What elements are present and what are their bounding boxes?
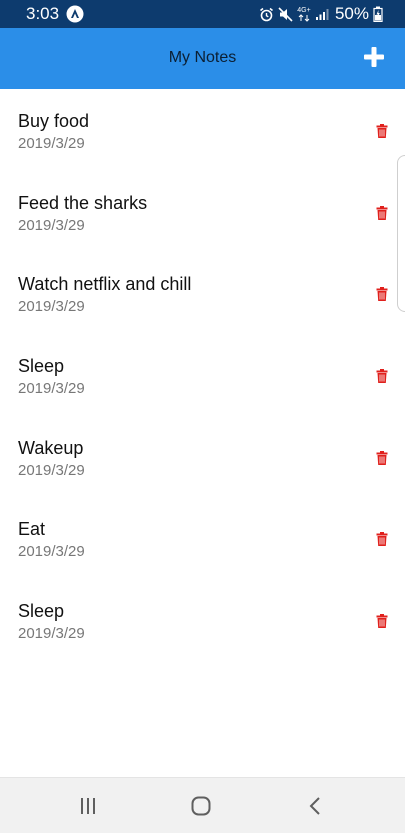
delete-note-button[interactable] bbox=[376, 287, 388, 302]
app-bar: My Notes bbox=[0, 28, 405, 89]
note-title: Sleep bbox=[18, 601, 65, 622]
note-item[interactable]: Eat 2019/3/29 bbox=[0, 497, 405, 579]
status-icons: 4G+ 50% bbox=[259, 4, 383, 24]
back-icon bbox=[309, 797, 320, 815]
note-title: Buy food bbox=[18, 111, 90, 131]
note-title: Watch netflix and chill bbox=[18, 274, 192, 295]
note-date: 2019/3/29 bbox=[18, 380, 85, 398]
note-date: 2019/3/29 bbox=[18, 298, 85, 316]
network-4g-icon: 4G+ bbox=[297, 7, 311, 22]
screen: 3:03 4G+ 50% My Notes Buy food 2019/3/29… bbox=[0, 0, 405, 833]
recents-icon bbox=[81, 798, 95, 814]
alarm-icon bbox=[259, 7, 273, 21]
note-date: 2019/3/29 bbox=[18, 461, 85, 479]
delete-note-button[interactable] bbox=[376, 369, 388, 384]
battery-icon bbox=[373, 6, 383, 22]
notes-list: Buy food 2019/3/29 Feed the sharks 2019/… bbox=[0, 89, 405, 661]
note-date: 2019/3/29 bbox=[18, 543, 85, 561]
navigation-bar bbox=[0, 777, 405, 833]
note-title: Sleep bbox=[18, 356, 65, 377]
data-arrows-icon bbox=[298, 13, 310, 22]
app-notification-icon bbox=[66, 5, 84, 23]
note-date: 2019/3/29 bbox=[18, 135, 85, 152]
recents-button[interactable] bbox=[76, 795, 100, 817]
add-note-button[interactable] bbox=[363, 46, 385, 68]
note-title: Feed the sharks bbox=[18, 192, 148, 213]
home-icon bbox=[191, 796, 211, 816]
mute-icon bbox=[278, 6, 293, 22]
status-time: 3:03 bbox=[26, 4, 60, 23]
plus-icon bbox=[364, 47, 384, 67]
delete-note-button[interactable] bbox=[376, 450, 388, 465]
note-item[interactable]: Feed the sharks 2019/3/29 bbox=[0, 171, 405, 253]
note-title: Wakeup bbox=[18, 437, 84, 458]
note-title: Eat bbox=[18, 519, 46, 540]
note-item[interactable]: Wakeup 2019/3/29 bbox=[0, 416, 405, 498]
scroll-edge-handle[interactable] bbox=[397, 155, 405, 312]
status-bar: 3:03 4G+ 50% bbox=[0, 0, 405, 28]
battery-percent: 50% bbox=[334, 4, 369, 23]
signal-icon bbox=[315, 9, 329, 20]
page-title: My Notes bbox=[168, 49, 237, 66]
note-item[interactable]: Sleep 2019/3/29 bbox=[0, 334, 405, 416]
delete-note-button[interactable] bbox=[376, 124, 388, 138]
network-label: 4G+ bbox=[297, 6, 311, 14]
note-item[interactable]: Buy food 2019/3/29 bbox=[0, 89, 405, 171]
back-button[interactable] bbox=[304, 795, 328, 817]
delete-note-button[interactable] bbox=[376, 614, 388, 629]
delete-note-button[interactable] bbox=[376, 205, 388, 220]
home-button[interactable] bbox=[189, 795, 213, 817]
delete-note-button[interactable] bbox=[376, 532, 388, 547]
note-date: 2019/3/29 bbox=[18, 625, 85, 643]
note-date: 2019/3/29 bbox=[18, 216, 85, 234]
note-item[interactable]: Sleep 2019/3/29 bbox=[0, 579, 405, 661]
note-item[interactable]: Watch netflix and chill 2019/3/29 bbox=[0, 252, 405, 334]
